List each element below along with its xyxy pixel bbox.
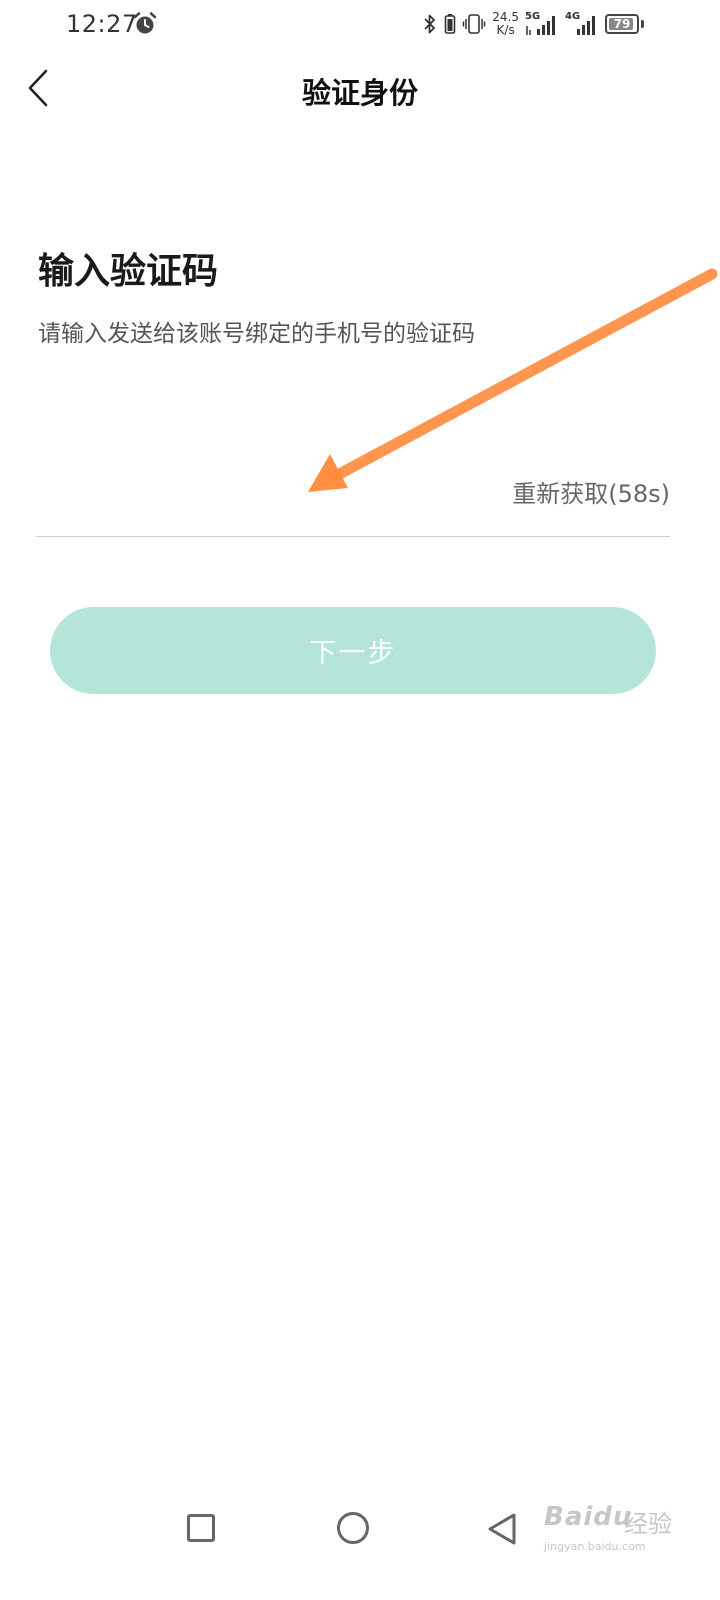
battery-icon: 79 [605, 14, 639, 34]
recent-apps-button[interactable] [187, 1514, 215, 1542]
description: 请输入发送给该账号绑定的手机号的验证码 [38, 321, 475, 347]
heading: 输入验证码 [38, 251, 219, 292]
verification-code-input[interactable] [36, 466, 480, 518]
network-speed: 24.5 K/s [492, 11, 519, 37]
home-button[interactable] [337, 1512, 369, 1544]
bluetooth-icon [424, 14, 436, 34]
signal-icon [526, 16, 555, 35]
page-title: 验证身份 [301, 76, 418, 110]
nav-back-button[interactable] [486, 1512, 518, 1546]
network-5g: 5G [525, 11, 559, 37]
verification-code-row: 重新获取(58s) [36, 454, 670, 537]
next-button[interactable]: 下一步 [50, 607, 656, 694]
status-bar: 12:27 24.5 K/s 5G 4G 79 [0, 0, 720, 48]
battery-saver-icon [444, 14, 456, 34]
network-speed-unit: K/s [496, 23, 515, 37]
battery-percent: 79 [613, 17, 631, 31]
status-icons: 24.5 K/s 5G 4G 79 [422, 10, 644, 38]
status-time: 12:27 [66, 10, 138, 38]
nav-bar: 验证身份 [0, 52, 720, 122]
alarm-icon [133, 12, 157, 34]
battery-cap [641, 20, 644, 28]
resend-code-button[interactable]: 重新获取(58s) [512, 474, 670, 509]
system-nav-bar [0, 1490, 720, 1570]
network-4g: 4G [565, 11, 599, 37]
signal-icon [577, 16, 595, 35]
vibrate-icon [463, 14, 486, 34]
